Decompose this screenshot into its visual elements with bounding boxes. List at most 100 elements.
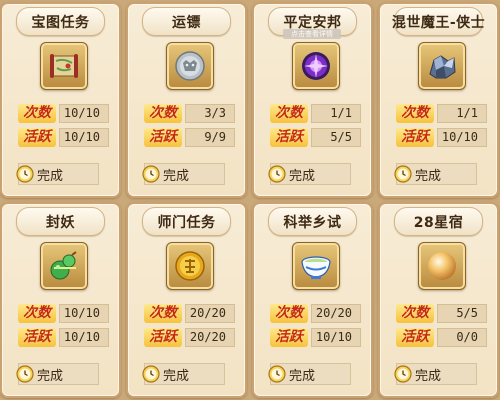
active-label: 活跃: [144, 128, 182, 147]
active-row: 活跃 10/10: [396, 128, 487, 147]
activity-card-pacify[interactable]: 平定安邦 点击查看详情 次数 1/1 活跃 5/5 完成: [252, 2, 373, 198]
status-completed: 完成: [15, 163, 99, 185]
status-completed: 完成: [267, 163, 351, 185]
status-text: 完成: [289, 368, 316, 384]
activity-card-escort[interactable]: 运镖 次数 3/3 活跃 9/9 完成: [126, 2, 247, 198]
clock-icon: [393, 364, 413, 384]
clock-icon: [15, 164, 35, 184]
status-completed: 完成: [393, 163, 477, 185]
activity-card-seal-demon[interactable]: 封妖 次数 10/10 活跃 10/10 完成: [0, 202, 121, 398]
count-row: 次数 1/1: [396, 104, 487, 123]
count-value: 20/20: [185, 304, 235, 323]
count-label: 次数: [270, 104, 308, 123]
activity-card-imperial-exam[interactable]: 科举乡试 次数 20/20 活跃 10/10 完成: [252, 202, 373, 398]
card-title: 混世魔王-侠士: [391, 14, 486, 31]
count-label: 次数: [18, 304, 56, 323]
card-title: 运镖: [172, 14, 201, 31]
active-value: 10/10: [437, 128, 487, 147]
active-label: 活跃: [18, 328, 56, 347]
clock-icon: [141, 164, 161, 184]
porcelain-bowl-icon[interactable]: [292, 242, 340, 290]
status-completed: 完成: [393, 363, 477, 385]
activity-grid: 宝图任务 次数 10/10 活跃 10/10 完成 运镖 次数 3/3 活跃 9…: [0, 0, 500, 400]
count-label: 次数: [396, 104, 434, 123]
status-text: 完成: [37, 368, 64, 384]
count-row: 次数 20/20: [270, 304, 361, 323]
purple-orb-icon[interactable]: [292, 42, 340, 90]
count-label: 次数: [396, 304, 434, 323]
count-value: 1/1: [311, 104, 361, 123]
card-title: 封妖: [46, 214, 75, 231]
active-row: 活跃 10/10: [18, 128, 109, 147]
active-value: 5/5: [311, 128, 361, 147]
activity-card-demon-king[interactable]: 混世魔王-侠士 次数 1/1 活跃 10/10 完成: [378, 2, 499, 198]
activity-card-28-mansions[interactable]: 28星宿 次数 5/5 活跃 0/0 完成: [378, 202, 499, 398]
green-gourd-icon[interactable]: [40, 242, 88, 290]
card-title-banner: 封妖: [16, 207, 105, 236]
active-value: 9/9: [185, 128, 235, 147]
count-label: 次数: [270, 304, 308, 323]
card-title-banner: 师门任务: [142, 207, 231, 236]
card-title-banner: 混世魔王-侠士: [391, 7, 486, 36]
status-text: 完成: [415, 168, 442, 184]
count-value: 10/10: [59, 304, 109, 323]
active-value: 10/10: [59, 328, 109, 347]
active-value: 10/10: [311, 328, 361, 347]
count-row: 次数 20/20: [144, 304, 235, 323]
count-value: 3/3: [185, 104, 235, 123]
status-completed: 完成: [141, 163, 225, 185]
count-row: 次数 5/5: [396, 304, 487, 323]
clock-icon: [267, 164, 287, 184]
active-label: 活跃: [270, 328, 308, 347]
gold-coin-icon[interactable]: [166, 242, 214, 290]
count-row: 次数 3/3: [144, 104, 235, 123]
status-completed: 完成: [141, 363, 225, 385]
active-value: 10/10: [59, 128, 109, 147]
card-title-banner: 28星宿: [394, 207, 483, 236]
count-row: 次数 10/10: [18, 304, 109, 323]
active-row: 活跃 5/5: [270, 128, 361, 147]
status-text: 完成: [289, 168, 316, 184]
count-row: 次数 10/10: [18, 104, 109, 123]
count-label: 次数: [144, 104, 182, 123]
count-value: 5/5: [437, 304, 487, 323]
card-title: 28星宿: [413, 214, 464, 231]
count-label: 次数: [144, 304, 182, 323]
active-row: 活跃 10/10: [18, 328, 109, 347]
status-text: 完成: [415, 368, 442, 384]
active-label: 活跃: [18, 128, 56, 147]
active-row: 活跃 0/0: [396, 328, 487, 347]
crystal-ore-icon[interactable]: [418, 42, 466, 90]
count-value: 1/1: [437, 104, 487, 123]
card-title: 宝图任务: [31, 14, 90, 31]
status-text: 完成: [163, 368, 190, 384]
activity-card-treasure-map[interactable]: 宝图任务 次数 10/10 活跃 10/10 完成: [0, 2, 121, 198]
count-row: 次数 1/1: [270, 104, 361, 123]
tooltip-hint: 点击查看详情: [283, 29, 341, 39]
clock-icon: [141, 364, 161, 384]
active-label: 活跃: [144, 328, 182, 347]
card-title: 师门任务: [157, 214, 216, 231]
silver-coin-icon[interactable]: [166, 42, 214, 90]
card-title-banner: 科举乡试: [268, 207, 357, 236]
count-value: 20/20: [311, 304, 361, 323]
count-value: 10/10: [59, 104, 109, 123]
clock-icon: [267, 364, 287, 384]
status-completed: 完成: [267, 363, 351, 385]
active-row: 活跃 9/9: [144, 128, 235, 147]
status-text: 完成: [163, 168, 190, 184]
status-text: 完成: [37, 168, 64, 184]
active-row: 活跃 20/20: [144, 328, 235, 347]
card-title-banner: 宝图任务: [16, 7, 105, 36]
active-row: 活跃 10/10: [270, 328, 361, 347]
card-title: 科举乡试: [283, 214, 342, 231]
count-label: 次数: [18, 104, 56, 123]
clock-icon: [393, 164, 413, 184]
status-completed: 完成: [16, 363, 99, 385]
active-value: 20/20: [185, 328, 235, 347]
activity-card-sect-task[interactable]: 师门任务 次数 20/20 活跃 20/20 完成: [126, 202, 247, 398]
treasure-map-icon[interactable]: [40, 42, 88, 90]
active-label: 活跃: [270, 128, 308, 147]
golden-pearl-icon[interactable]: [418, 242, 466, 290]
active-label: 活跃: [396, 128, 434, 147]
